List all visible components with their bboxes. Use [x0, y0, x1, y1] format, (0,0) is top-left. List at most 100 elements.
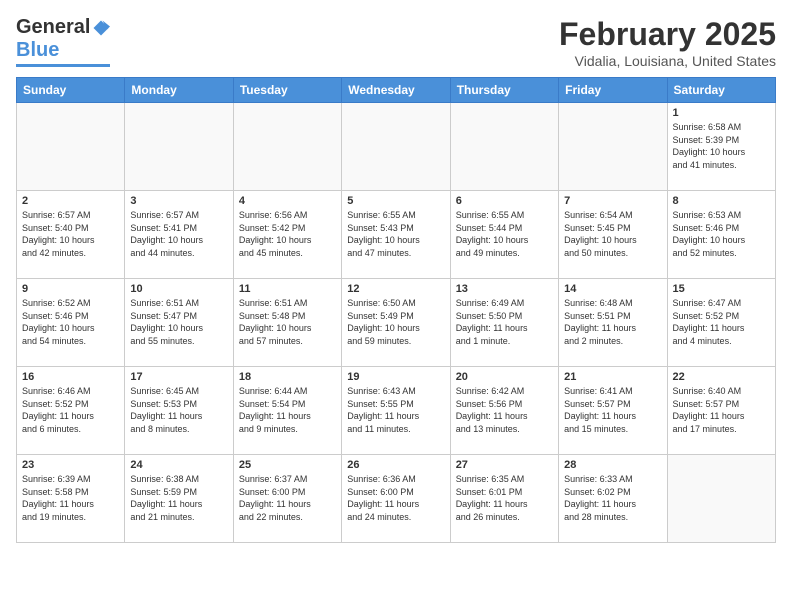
- day-number: 17: [130, 371, 227, 383]
- calendar-cell: 25 Sunrise: 6:37 AM Sunset: 6:00 PM Dayli…: [233, 455, 341, 543]
- day-number: 9: [22, 283, 119, 295]
- weekday-header-friday: Friday: [559, 78, 667, 103]
- calendar-cell: 26Sunrise: 6:36 AM Sunset: 6:00 PM Dayli…: [342, 455, 450, 543]
- weekday-header-saturday: Saturday: [667, 78, 775, 103]
- calendar-cell: 2Sunrise: 6:57 AM Sunset: 5:40 PM Daylig…: [17, 191, 125, 279]
- weekday-header-row: SundayMondayTuesdayWednesdayThursdayFrid…: [17, 78, 776, 103]
- calendar-cell: [342, 103, 450, 191]
- calendar-cell: 12 Sunrise: 6:50 AM Sunset: 5:49 PM Dayli…: [342, 279, 450, 367]
- calendar-cell: [17, 103, 125, 191]
- day-number: 22: [673, 371, 770, 383]
- day-info: Sunrise: 6:55 AM Sunset: 5:43 PM Dayligh…: [347, 209, 444, 259]
- calendar-cell: 17 Sunrise: 6:45 AM Sunset: 5:53 PM Dayli…: [125, 367, 233, 455]
- calendar-cell: 24 Sunrise: 6:38 AM Sunset: 5:59 PM Dayli…: [125, 455, 233, 543]
- weekday-header-tuesday: Tuesday: [233, 78, 341, 103]
- day-number: 21: [564, 371, 661, 383]
- day-info: Sunrise: 6:35 AM Sunset: 6:01 PM Dayligh…: [456, 473, 553, 523]
- calendar-cell: 11 Sunrise: 6:51 AM Sunset: 5:48 PM Dayli…: [233, 279, 341, 367]
- logo-icon: [92, 19, 110, 37]
- day-number: 28: [564, 459, 661, 471]
- weekday-header-monday: Monday: [125, 78, 233, 103]
- day-info: Sunrise: 6:33 AM Sunset: 6:02 PM Dayligh…: [564, 473, 661, 523]
- calendar-cell: 19 Sunrise: 6:43 AM Sunset: 5:55 PM Dayli…: [342, 367, 450, 455]
- day-info: Sunrise: 6:38 AM Sunset: 5:59 PM Dayligh…: [130, 473, 227, 523]
- day-number: 15: [673, 283, 770, 295]
- day-info: Sunrise: 6:40 AM Sunset: 5:57 PM Dayligh…: [673, 385, 770, 435]
- day-number: 8: [673, 195, 770, 207]
- calendar-cell: [125, 103, 233, 191]
- day-info: Sunrise: 6:43 AM Sunset: 5:55 PM Dayligh…: [347, 385, 444, 435]
- logo-general: General: [16, 16, 90, 39]
- day-number: 2: [22, 195, 119, 207]
- location: Vidalia, Louisiana, United States: [559, 53, 776, 69]
- day-number: 14: [564, 283, 661, 295]
- month-title: February 2025: [559, 16, 776, 53]
- calendar-cell: 13Sunrise: 6:49 AM Sunset: 5:50 PM Dayli…: [450, 279, 558, 367]
- day-info: Sunrise: 6:50 AM Sunset: 5:49 PM Dayligh…: [347, 297, 444, 347]
- day-info: Sunrise: 6:55 AM Sunset: 5:44 PM Dayligh…: [456, 209, 553, 259]
- calendar-cell: 5 Sunrise: 6:55 AM Sunset: 5:43 PM Daylig…: [342, 191, 450, 279]
- day-info: Sunrise: 6:48 AM Sunset: 5:51 PM Dayligh…: [564, 297, 661, 347]
- day-number: 10: [130, 283, 227, 295]
- day-number: 16: [22, 371, 119, 383]
- day-number: 1: [673, 107, 770, 119]
- week-row-2: 2Sunrise: 6:57 AM Sunset: 5:40 PM Daylig…: [17, 191, 776, 279]
- day-info: Sunrise: 6:51 AM Sunset: 5:47 PM Dayligh…: [130, 297, 227, 347]
- day-info: Sunrise: 6:54 AM Sunset: 5:45 PM Dayligh…: [564, 209, 661, 259]
- day-number: 19: [347, 371, 444, 383]
- calendar-cell: 10 Sunrise: 6:51 AM Sunset: 5:47 PM Dayli…: [125, 279, 233, 367]
- calendar-cell: 28 Sunrise: 6:33 AM Sunset: 6:02 PM Dayli…: [559, 455, 667, 543]
- day-number: 24: [130, 459, 227, 471]
- day-info: Sunrise: 6:46 AM Sunset: 5:52 PM Dayligh…: [22, 385, 119, 435]
- day-number: 12: [347, 283, 444, 295]
- day-info: Sunrise: 6:51 AM Sunset: 5:48 PM Dayligh…: [239, 297, 336, 347]
- day-info: Sunrise: 6:45 AM Sunset: 5:53 PM Dayligh…: [130, 385, 227, 435]
- week-row-1: 1 Sunrise: 6:58 AM Sunset: 5:39 PM Daylig…: [17, 103, 776, 191]
- calendar-cell: 1 Sunrise: 6:58 AM Sunset: 5:39 PM Daylig…: [667, 103, 775, 191]
- calendar-cell: 15 Sunrise: 6:47 AM Sunset: 5:52 PM Dayli…: [667, 279, 775, 367]
- day-info: Sunrise: 6:53 AM Sunset: 5:46 PM Dayligh…: [673, 209, 770, 259]
- weekday-header-wednesday: Wednesday: [342, 78, 450, 103]
- calendar-cell: 16 Sunrise: 6:46 AM Sunset: 5:52 PM Dayli…: [17, 367, 125, 455]
- day-number: 23: [22, 459, 119, 471]
- week-row-3: 9 Sunrise: 6:52 AM Sunset: 5:46 PM Daylig…: [17, 279, 776, 367]
- day-info: Sunrise: 6:58 AM Sunset: 5:39 PM Dayligh…: [673, 121, 770, 171]
- day-info: Sunrise: 6:47 AM Sunset: 5:52 PM Dayligh…: [673, 297, 770, 347]
- calendar-cell: 21Sunrise: 6:41 AM Sunset: 5:57 PM Dayli…: [559, 367, 667, 455]
- day-number: 11: [239, 283, 336, 295]
- calendar-cell: 4Sunrise: 6:56 AM Sunset: 5:42 PM Daylig…: [233, 191, 341, 279]
- weekday-header-thursday: Thursday: [450, 78, 558, 103]
- calendar-cell: 20Sunrise: 6:42 AM Sunset: 5:56 PM Dayli…: [450, 367, 558, 455]
- day-number: 3: [130, 195, 227, 207]
- day-number: 13: [456, 283, 553, 295]
- calendar-cell: [450, 103, 558, 191]
- day-info: Sunrise: 6:39 AM Sunset: 5:58 PM Dayligh…: [22, 473, 119, 523]
- day-number: 18: [239, 371, 336, 383]
- week-row-5: 23 Sunrise: 6:39 AM Sunset: 5:58 PM Dayli…: [17, 455, 776, 543]
- logo: General Blue: [16, 16, 110, 67]
- day-info: Sunrise: 6:37 AM Sunset: 6:00 PM Dayligh…: [239, 473, 336, 523]
- day-info: Sunrise: 6:52 AM Sunset: 5:46 PM Dayligh…: [22, 297, 119, 347]
- calendar-cell: [667, 455, 775, 543]
- page-header: General Blue February 2025 Vidalia, Loui…: [16, 16, 776, 69]
- day-number: 26: [347, 459, 444, 471]
- week-row-4: 16 Sunrise: 6:46 AM Sunset: 5:52 PM Dayli…: [17, 367, 776, 455]
- calendar-cell: 22 Sunrise: 6:40 AM Sunset: 5:57 PM Dayli…: [667, 367, 775, 455]
- day-number: 25: [239, 459, 336, 471]
- calendar-cell: 14 Sunrise: 6:48 AM Sunset: 5:51 PM Dayli…: [559, 279, 667, 367]
- day-number: 7: [564, 195, 661, 207]
- calendar-cell: 9 Sunrise: 6:52 AM Sunset: 5:46 PM Daylig…: [17, 279, 125, 367]
- day-number: 20: [456, 371, 553, 383]
- weekday-header-sunday: Sunday: [17, 78, 125, 103]
- calendar-cell: 7 Sunrise: 6:54 AM Sunset: 5:45 PM Daylig…: [559, 191, 667, 279]
- calendar-cell: [233, 103, 341, 191]
- calendar-cell: 3Sunrise: 6:57 AM Sunset: 5:41 PM Daylig…: [125, 191, 233, 279]
- calendar-cell: 8 Sunrise: 6:53 AM Sunset: 5:46 PM Daylig…: [667, 191, 775, 279]
- calendar-cell: 18Sunrise: 6:44 AM Sunset: 5:54 PM Dayli…: [233, 367, 341, 455]
- day-number: 5: [347, 195, 444, 207]
- logo-underline: [16, 64, 110, 67]
- day-number: 27: [456, 459, 553, 471]
- calendar-cell: 23 Sunrise: 6:39 AM Sunset: 5:58 PM Dayli…: [17, 455, 125, 543]
- calendar-cell: 27 Sunrise: 6:35 AM Sunset: 6:01 PM Dayli…: [450, 455, 558, 543]
- day-number: 4: [239, 195, 336, 207]
